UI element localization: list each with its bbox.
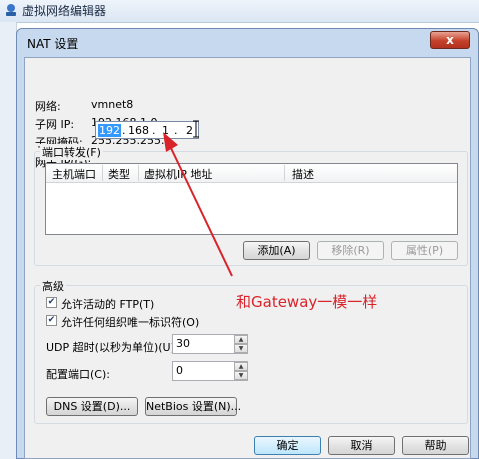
config-port-down[interactable]: ▼ [234,371,248,380]
port-forwarding-list[interactable]: 主机端口 类型 虚拟机IP 地址 描述 [45,163,458,235]
network-label: 网络: [35,100,61,113]
allow-uid-checkbox[interactable]: ✔ [46,315,57,326]
netbios-settings-button[interactable]: NetBios 设置(N)... [145,397,241,416]
close-button[interactable]: x [430,31,470,49]
dialog-titlebar[interactable]: NAT 设置 x [17,29,478,55]
config-port-up[interactable]: ▲ [234,362,248,371]
config-port-label: 配置端口(C): [46,368,110,381]
dialog-title: NAT 设置 [27,37,79,51]
column-description[interactable]: 描述 [292,166,314,182]
column-type[interactable]: 类型 [108,166,130,182]
udp-timeout-down[interactable]: ▼ [234,344,248,353]
column-host-port[interactable]: 主机端口 [52,166,96,182]
gateway-octet-3[interactable]: 1 [162,124,169,137]
parent-window-titlebar: 虚拟网络编辑器 [0,0,479,23]
allow-ftp-label[interactable]: 允许活动的 FTP(T) [61,296,154,312]
ip-dot: . [174,124,178,137]
gateway-octet-1[interactable]: 192 [98,124,121,137]
network-value: vmnet8 [91,98,134,111]
help-button[interactable]: 帮助 [402,436,469,455]
remove-button[interactable]: 移除(R) [317,241,384,260]
cancel-button[interactable]: 取消 [328,436,395,455]
parent-window-body [0,22,17,459]
annotation-text: 和Gateway一模一样 [236,293,378,311]
subnet-ip-label: 子网 IP: [35,118,75,131]
allow-ftp-checkbox[interactable]: ✔ [46,297,57,308]
properties-button[interactable]: 属性(P) [391,241,458,260]
ip-dot: . [152,124,156,137]
add-button[interactable]: 添加(A) [243,241,310,260]
ok-button[interactable]: 确定 [254,436,321,455]
udp-timeout-up[interactable]: ▲ [234,335,248,344]
column-vm-ip[interactable]: 虚拟机IP 地址 [144,166,212,182]
ip-dot: . [122,124,126,137]
gateway-octet-2[interactable]: 168 [128,124,149,137]
dns-settings-button[interactable]: DNS 设置(D)... [46,397,138,416]
close-icon: x [446,33,454,47]
advanced-title: 高级 [40,278,66,294]
allow-uid-label[interactable]: 允许任何组织唯一标识符(O) [61,314,199,330]
port-forwarding-title: 端口转发(F) [40,144,103,160]
list-header: 主机端口 类型 虚拟机IP 地址 描述 [46,164,457,183]
udp-timeout-label: UDP 超时(以秒为单位)(U): [46,341,179,354]
text-cursor-icon [193,120,199,138]
network-editor-icon [6,4,16,16]
gateway-ip-field[interactable]: 192 . 168 . 1 . 2 [95,121,199,139]
parent-window-title: 虚拟网络编辑器 [22,4,107,18]
